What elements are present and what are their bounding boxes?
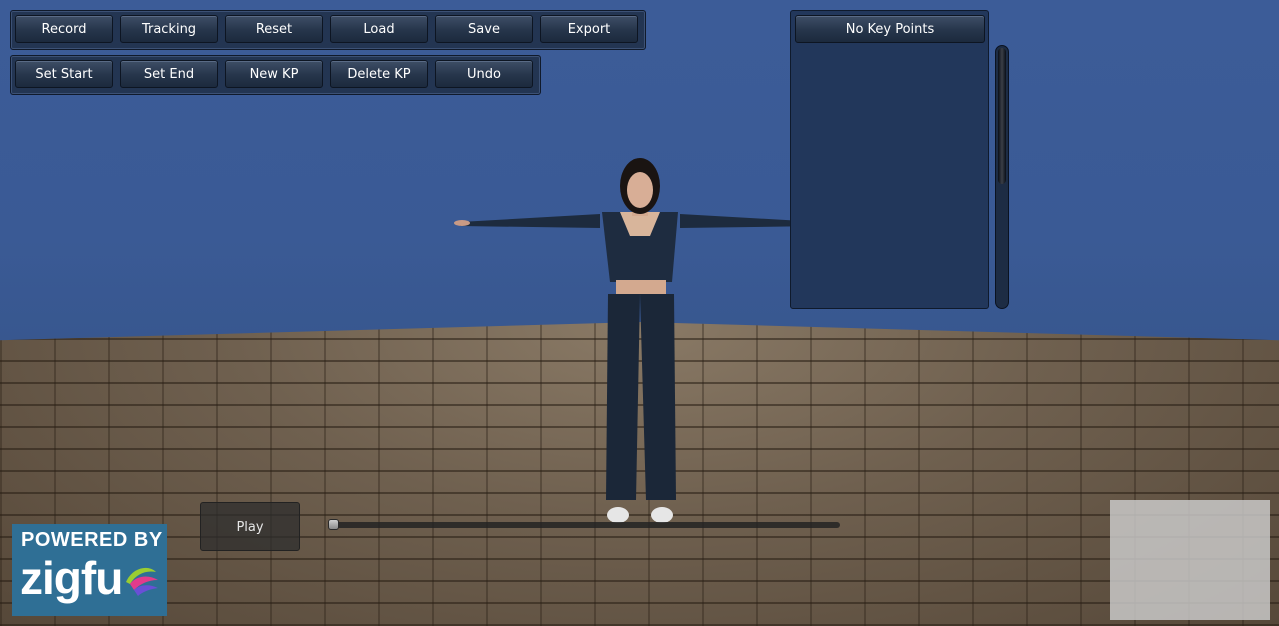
logo-powered-by: POWERED BY <box>21 529 163 551</box>
record-button[interactable]: Record <box>15 15 113 43</box>
export-button[interactable]: Export <box>540 15 638 43</box>
tracking-button[interactable]: Tracking <box>120 15 218 43</box>
set-start-button[interactable]: Set Start <box>15 60 113 88</box>
undo-button[interactable]: Undo <box>435 60 533 88</box>
logo-wordmark: zigfu <box>20 552 123 604</box>
load-button[interactable]: Load <box>330 15 428 43</box>
keypoints-header-button[interactable]: No Key Points <box>795 15 985 43</box>
reset-button[interactable]: Reset <box>225 15 323 43</box>
timeline-slider-thumb[interactable] <box>328 519 339 530</box>
keypoints-scrollbar[interactable] <box>995 45 1009 309</box>
zigfu-swirl-icon <box>126 567 158 596</box>
sensor-preview <box>1110 500 1270 620</box>
timeline-slider[interactable] <box>328 519 840 530</box>
delete-kp-button[interactable]: Delete KP <box>330 60 428 88</box>
set-end-button[interactable]: Set End <box>120 60 218 88</box>
toolbar-main: Record Tracking Reset Load Save Export <box>10 10 646 50</box>
keypoints-panel: No Key Points <box>790 10 989 309</box>
toolbar-keypoints: Set Start Set End New KP Delete KP Undo <box>10 55 541 95</box>
keypoints-scrollbar-thumb[interactable] <box>998 48 1006 184</box>
play-button[interactable]: Play <box>200 502 300 551</box>
avatar-character <box>454 158 826 523</box>
new-kp-button[interactable]: New KP <box>225 60 323 88</box>
save-button[interactable]: Save <box>435 15 533 43</box>
zigfu-logo: POWERED BY zigfu <box>12 524 167 616</box>
